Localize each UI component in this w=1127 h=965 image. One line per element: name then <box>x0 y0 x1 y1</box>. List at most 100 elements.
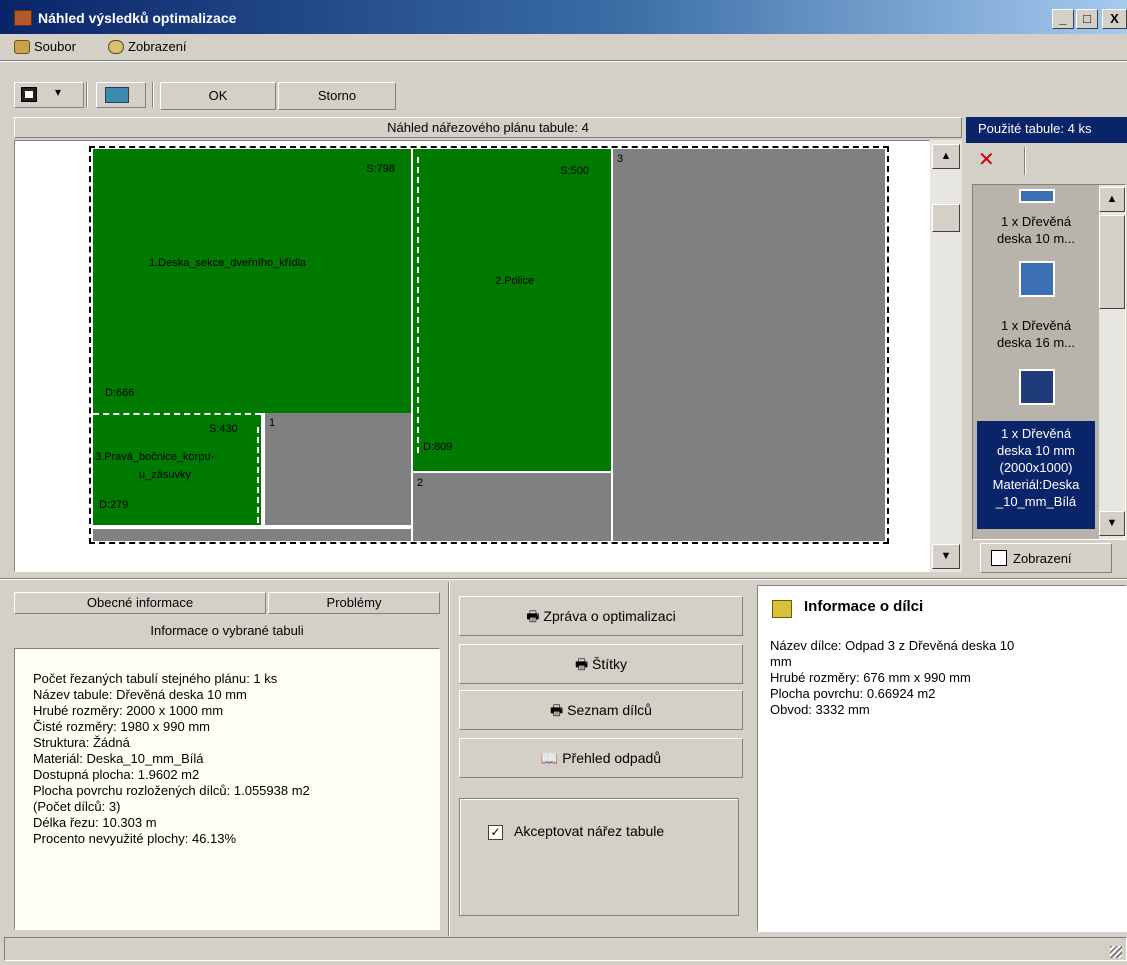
info-line: Plocha povrchu rozložených dílců: 1.0559… <box>33 783 310 798</box>
part-info-line: Hrubé rozměry: 676 mm x 990 mm <box>770 670 971 685</box>
part-1[interactable]: S:798 1.Deska_sekce_dveřního_křídla D:66… <box>93 149 411 413</box>
sheet-item-2-line1[interactable]: 1 x Dřevěná <box>973 317 1099 334</box>
sheets-scrollbar[interactable]: ▲ ▼ <box>1099 185 1125 539</box>
sheet-item-3-line1: 1 x Dřevěná <box>1000 426 1072 441</box>
part-info-line: Plocha povrchu: 0.66924 m2 <box>770 686 936 701</box>
info-line: Hrubé rozměry: 2000 x 1000 mm <box>33 703 224 718</box>
tab-obecne-informace[interactable]: Obecné informace <box>14 592 266 614</box>
part-3[interactable]: S:430 3.Pravá_bočnice_korpu- u_zásuvky D… <box>93 413 261 525</box>
waste-2-label: 2 <box>417 477 424 489</box>
zobrazeni-button[interactable]: Zobrazení <box>980 543 1112 573</box>
sheet-item-1-line1[interactable]: 1 x Dřevěná <box>973 213 1099 230</box>
report-button[interactable]: 🖶 Zpráva o optimalizaci <box>459 596 743 636</box>
part-info-line: mm <box>770 654 792 669</box>
accept-group: ✓ Akceptovat nářez tabule <box>459 798 739 916</box>
menu-bar: Soubor Zobrazení <box>0 36 1127 58</box>
info-line: (Počet dílců: 3) <box>33 799 121 814</box>
cut-line <box>257 427 259 523</box>
waste-1[interactable]: 1 <box>265 413 411 525</box>
zobrazeni-button-label: Zobrazení <box>1013 550 1072 566</box>
scroll-down-button[interactable]: ▼ <box>932 544 960 569</box>
file-cabinet-icon <box>14 39 30 54</box>
view-mode-dropdown[interactable]: ▾ <box>14 82 84 108</box>
scroll-thumb[interactable] <box>932 204 960 232</box>
panel-divider <box>1024 147 1026 175</box>
part-info-icon <box>772 600 792 618</box>
printer-icon: 🖶 <box>550 702 564 718</box>
cutting-plan-canvas[interactable]: S:798 1.Deska_sekce_dveřního_křídla D:66… <box>14 140 930 572</box>
preview-header: Náhled nářezového plánu tabule: 4 <box>14 117 962 138</box>
sheet-item-3-line3: (2000x1000) <box>999 460 1073 475</box>
tab-problemy[interactable]: Problémy <box>268 592 440 614</box>
part-info-line: Obvod: 3332 mm <box>770 702 870 717</box>
sheet-item-2-line2[interactable]: deska 16 m... <box>973 334 1099 351</box>
storno-button[interactable]: Storno <box>278 82 396 110</box>
sheet-thumbnail-icon <box>1019 189 1055 203</box>
ok-button[interactable]: OK <box>160 82 276 110</box>
calculator-icon <box>105 87 129 103</box>
part-2-name: 2.Police <box>495 275 535 287</box>
info-line: Dostupná plocha: 1.9602 m2 <box>33 767 200 782</box>
part-3-name-line1: 3.Pravá_bočnice_korpu- <box>95 451 215 463</box>
used-sheets-list[interactable]: 1 x Dřevěná deska 10 m... 1 x Dřevěná de… <box>972 184 1126 540</box>
chevron-down-icon: ▾ <box>55 85 62 99</box>
toolbar-divider <box>86 82 88 108</box>
waste-3[interactable]: 3 <box>613 149 885 541</box>
labels-button[interactable]: 🖶 Štítky <box>459 644 743 684</box>
selected-info-title: Informace o vybrané tabuli <box>150 623 304 638</box>
canvas-scrollbar[interactable]: ▲ ▼ <box>930 140 962 572</box>
labels-button-label: Štítky <box>592 656 628 672</box>
waste-strip[interactable] <box>93 529 411 541</box>
part-2-s-label: S:500 <box>560 165 589 177</box>
info-line: Počet řezaných tabulí stejného plánu: 1 … <box>33 671 278 686</box>
info-line: Struktura: Žádná <box>33 735 130 750</box>
sheet-item-3-line4: Materiál:Deska <box>992 477 1080 492</box>
calculator-button[interactable] <box>96 82 146 108</box>
parts-list-button-label: Seznam dílců <box>567 702 652 718</box>
sheet-item-1-line2[interactable]: deska 10 m... <box>973 230 1099 247</box>
waste-3-label: 3 <box>617 153 624 165</box>
info-line: Délka řezu: 10.303 m <box>33 815 157 830</box>
part-info-title: Informace o dílci <box>804 598 924 615</box>
used-sheets-header: Použité tabule: 4 ks <box>966 117 1127 143</box>
resize-grip-icon[interactable] <box>1110 946 1122 958</box>
part-info-line: Název dílce: Odpad 3 z Dřevěná deska 10 <box>770 638 1015 653</box>
sheets-scroll-thumb[interactable] <box>1099 215 1125 309</box>
part-2[interactable]: S:500 2.Police D:809 <box>413 149 611 471</box>
close-button[interactable]: X <box>1102 9 1127 29</box>
sheets-scroll-up[interactable]: ▲ <box>1099 187 1125 212</box>
part-1-name: 1.Deska_sekce_dveřního_křídla <box>149 257 307 269</box>
waste-overview-button[interactable]: 📖 Přehled odpadů <box>459 738 743 778</box>
menu-soubor-label: Soubor <box>34 39 76 54</box>
minimize-button[interactable]: _ <box>1052 9 1074 29</box>
info-line: Procento nevyužité plochy: 46.13% <box>33 831 237 846</box>
info-line: Čisté rozměry: 1980 x 990 mm <box>33 719 211 734</box>
window-title: Náhled výsledků optimalizace <box>38 10 237 26</box>
scroll-up-button[interactable]: ▲ <box>932 144 960 169</box>
view-gear-icon <box>108 39 124 54</box>
parts-list-button[interactable]: 🖶 Seznam dílců <box>459 690 743 730</box>
sheet-view-icon <box>21 87 37 102</box>
title-bar: Náhled výsledků optimalizace _ □ X <box>0 0 1127 34</box>
book-icon: 📖 <box>540 750 559 766</box>
printer-icon: 🖶 <box>574 656 589 672</box>
part-2-d-label: D:809 <box>423 441 453 453</box>
menu-soubor[interactable]: Soubor <box>14 39 76 54</box>
panel-divider <box>448 582 450 936</box>
sheet-item-3-selected[interactable]: 1 x Dřevěná deska 10 mm (2000x1000) Mate… <box>977 421 1095 529</box>
app-icon <box>14 10 32 26</box>
view-layout-icon <box>991 550 1007 566</box>
section-divider <box>0 578 1127 580</box>
delete-icon[interactable]: ✕ <box>978 147 995 172</box>
accept-checkbox[interactable]: ✓ <box>488 825 503 840</box>
part-3-s-label: S:430 <box>209 423 238 435</box>
waste-2[interactable]: 2 <box>413 473 611 541</box>
sheet-info-panel: Počet řezaných tabulí stejného plánu: 1 … <box>14 648 440 930</box>
sheet-thumbnail-icon <box>1019 261 1055 297</box>
accept-label[interactable]: Akceptovat nářez tabule <box>514 823 664 839</box>
maximize-button[interactable]: □ <box>1076 9 1098 29</box>
part-info-panel: Informace o dílci Název dílce: Odpad 3 z… <box>757 585 1127 932</box>
info-line: Materiál: Deska_10_mm_Bílá <box>33 751 204 766</box>
menu-zobrazeni[interactable]: Zobrazení <box>108 39 187 54</box>
sheets-scroll-down[interactable]: ▼ <box>1099 511 1125 536</box>
